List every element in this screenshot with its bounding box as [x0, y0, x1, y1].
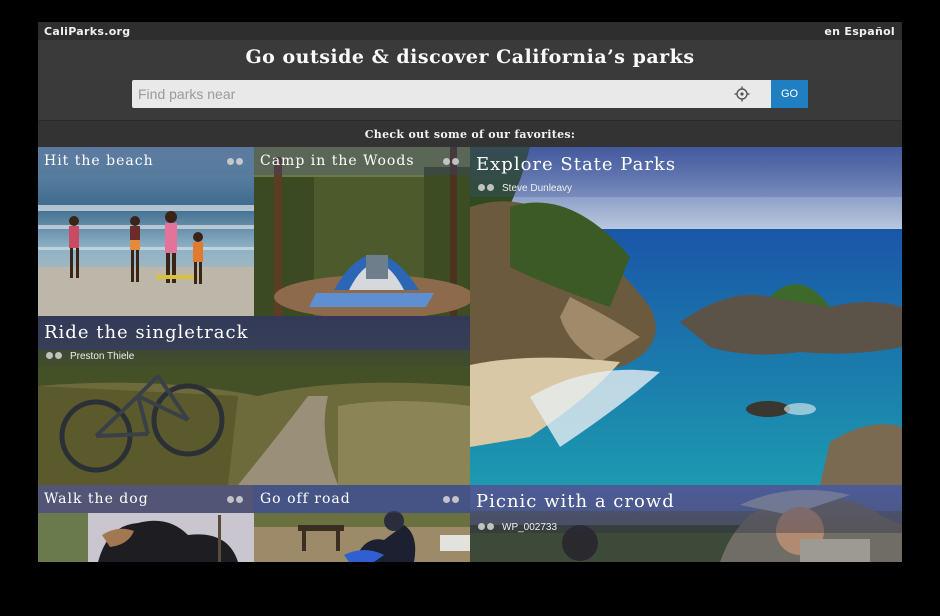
- slide-dots[interactable]: [227, 496, 243, 503]
- search-box: [132, 80, 772, 108]
- slide-dots[interactable]: [443, 158, 459, 165]
- slide-dots[interactable]: [478, 523, 494, 530]
- tile-title: Picnic with a crowd: [476, 491, 675, 512]
- photo-credit: WP_002733: [502, 522, 558, 533]
- top-bar: CaliParks.org en Español: [38, 22, 902, 40]
- app-window: CaliParks.org en Español Go outside & di…: [38, 22, 902, 562]
- slide-dot[interactable]: [478, 184, 485, 191]
- slide-dot[interactable]: [227, 496, 234, 503]
- slide-dot[interactable]: [452, 158, 459, 165]
- slide-dot[interactable]: [478, 523, 485, 530]
- coastline-photo: [470, 147, 902, 485]
- tile-title: Explore State Parks: [476, 154, 677, 175]
- slide-dot[interactable]: [46, 352, 53, 359]
- slide-dot[interactable]: [236, 496, 243, 503]
- slide-dot[interactable]: [55, 352, 62, 359]
- photo-credit: Preston Thiele: [70, 351, 135, 362]
- tile-title: Camp in the Woods: [260, 153, 415, 169]
- slide-dot[interactable]: [227, 158, 234, 165]
- tile-title: Hit the beach: [44, 153, 154, 169]
- go-button[interactable]: GO: [771, 80, 808, 108]
- slide-dots[interactable]: [478, 184, 494, 191]
- tile-explore-state-parks[interactable]: Explore State Parks Steve Dunleavy: [470, 147, 902, 485]
- slide-dots[interactable]: [46, 352, 62, 359]
- slide-dot[interactable]: [443, 496, 450, 503]
- search-input[interactable]: [132, 80, 732, 108]
- tile-title: Ride the singletrack: [44, 322, 249, 343]
- slide-dot[interactable]: [443, 158, 450, 165]
- photo-credit: Steve Dunleavy: [502, 183, 573, 194]
- tile-walk-the-dog[interactable]: Walk the dog: [38, 485, 254, 562]
- tile-picnic-with-a-crowd[interactable]: Picnic with a crowd WP_002733: [470, 485, 902, 562]
- tile-ride-the-singletrack[interactable]: Ride the singletrack Preston Thiele: [38, 316, 470, 485]
- slide-dots[interactable]: [443, 496, 459, 503]
- tile-go-off-road[interactable]: Go off road: [254, 485, 470, 562]
- slide-dot[interactable]: [236, 158, 243, 165]
- page-title: Go outside & discover California’s parks: [245, 46, 695, 68]
- site-logo-link[interactable]: CaliParks.org: [44, 25, 130, 38]
- slide-dot[interactable]: [487, 523, 494, 530]
- favorites-bar: Check out some of our favorites:: [38, 120, 902, 147]
- hero-section: Go outside & discover California’s parks…: [38, 40, 902, 120]
- slide-dots[interactable]: [227, 158, 243, 165]
- tile-hit-the-beach[interactable]: Hit the beach: [38, 147, 254, 316]
- crosshair-icon[interactable]: [734, 86, 750, 102]
- language-link[interactable]: en Español: [824, 25, 895, 38]
- slide-dot[interactable]: [452, 496, 459, 503]
- tile-camp-in-the-woods[interactable]: Camp in the Woods: [254, 147, 470, 316]
- slide-dot[interactable]: [487, 184, 494, 191]
- favorites-heading: Check out some of our favorites:: [364, 128, 576, 141]
- tile-title: Walk the dog: [44, 491, 149, 507]
- tile-title: Go off road: [260, 491, 351, 507]
